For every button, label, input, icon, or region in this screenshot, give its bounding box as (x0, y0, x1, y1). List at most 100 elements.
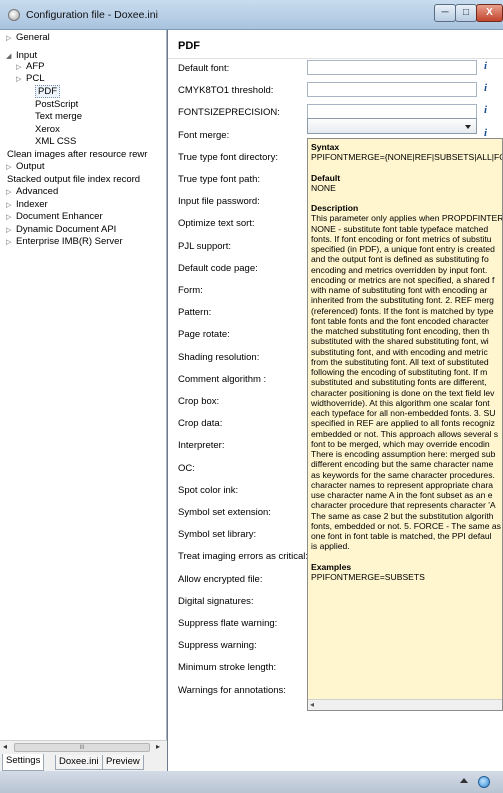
property-label: Digital signatures: (178, 596, 254, 607)
description-line: use character name A in the font subset … (311, 490, 493, 500)
taskbar (0, 771, 503, 793)
tree-item[interactable]: ▷ Enterprise IMB(R) Server (6, 236, 123, 248)
tree-item-label: Enterprise IMB(R) Server (16, 236, 123, 247)
tree-item-label: Clean images after resource rewr (7, 149, 148, 160)
tree-item[interactable]: ▷ Indexer (6, 199, 48, 211)
tree-item[interactable]: Clean images after resource rewr (7, 149, 147, 161)
tab-settings[interactable]: Settings (2, 754, 45, 771)
property-label: Suppress flate warning: (178, 618, 278, 629)
description-line: substituted and substituting fonts are d… (311, 377, 487, 388)
description-line: specified (in PDF), a unique font entry … (311, 244, 495, 254)
tooltip-scroll-left-icon[interactable]: ◂ (310, 700, 314, 709)
bottom-tabs: Settings Doxee.ini Preview (0, 753, 167, 771)
property-label: Crop box: (178, 396, 220, 407)
tree-item-label: Advanced (16, 186, 59, 197)
panel-title: PDF (178, 40, 200, 52)
tooltip-horizontal-scrollbar[interactable]: ◂ (308, 699, 502, 710)
scroll-right-arrow-icon[interactable]: ▸ (156, 742, 160, 751)
tab-doxee-ini[interactable]: Doxee.ini (55, 755, 103, 770)
expand-arrow-icon[interactable]: ▷ (6, 212, 16, 224)
tree-item[interactable]: ▷ Dynamic Document API (6, 224, 116, 236)
tree-item[interactable]: ▷ Output (6, 161, 45, 173)
close-button[interactable]: X (476, 4, 503, 22)
property-label: Form: (178, 285, 203, 296)
description-line: and the output font is defined as substi… (311, 254, 489, 265)
property-label: Pattern: (178, 307, 212, 318)
property-label: True type font path: (178, 174, 261, 185)
info-icon[interactable]: i (484, 82, 487, 94)
description-line: one font in font table is matched, the P… (311, 531, 492, 541)
expand-arrow-icon[interactable]: ◢ (6, 51, 16, 63)
description-line: character procedure that represents char… (311, 500, 496, 511)
syntax-heading: Syntax (311, 142, 340, 152)
property-label: OC: (178, 463, 195, 474)
app-icon (8, 9, 20, 21)
default-text: NONE (311, 182, 336, 193)
syntax-text: PPIFONTMERGE={NONE|REF|SUBSETS|ALL|FORC (311, 152, 503, 163)
info-tray-icon[interactable] (478, 776, 490, 788)
property-label: Minimum stroke length: (178, 662, 277, 673)
tree-item[interactable]: PDF (35, 85, 60, 98)
tree-item-label: Dynamic Document API (16, 224, 117, 235)
tree-item[interactable]: PostScript (35, 99, 78, 111)
description-text: This parameter only applies when PROPDFI… (311, 213, 502, 551)
expand-arrow-icon[interactable]: ▷ (6, 33, 16, 45)
tree-item-label: PCL (26, 73, 45, 84)
tree-item[interactable]: XML CSS (35, 136, 76, 148)
title-bar: Configuration file - Doxee.ini ─ □ X (0, 0, 503, 30)
property-label: True type font directory: (178, 152, 278, 163)
tree-item[interactable]: ▷ PCL (16, 73, 44, 85)
description-line: fonts. If font encoding or font metrics … (311, 233, 492, 244)
property-input[interactable] (307, 82, 477, 97)
tree-item[interactable]: ▷ General (6, 32, 50, 44)
minimize-button[interactable]: ─ (434, 4, 456, 22)
font-merge-dropdown[interactable] (307, 118, 477, 134)
tree-item[interactable]: ▷ Document Enhancer (6, 211, 103, 223)
default-heading: Default (311, 172, 341, 183)
property-label: Warnings for annotations: (178, 685, 286, 696)
tree-item-label: Stacked output file index record (7, 174, 141, 185)
property-label: Comment algorithm : (178, 374, 267, 385)
expand-arrow-icon[interactable]: ▷ (6, 187, 16, 199)
tray-arrow-icon[interactable] (460, 778, 468, 783)
chevron-down-icon[interactable] (465, 125, 471, 129)
tree-item[interactable]: Text merge (35, 111, 82, 123)
description-line: font to be merged, which may override en… (311, 438, 490, 449)
property-label: Font merge: (178, 130, 230, 141)
expand-arrow-icon[interactable]: ▷ (6, 162, 16, 174)
description-line: embedded or not. This approach allows se… (311, 428, 499, 439)
description-line: The same as case 2 but the substitution … (311, 510, 494, 521)
property-label: Suppress warning: (178, 640, 257, 651)
property-panel: PDF Default font: i CMYK8TO1 threshold: i FO… (168, 30, 503, 771)
description-line: character names to represent appropriate… (311, 479, 494, 490)
maximize-button[interactable]: □ (455, 4, 477, 22)
scroll-left-arrow-icon[interactable]: ◂ (3, 742, 7, 751)
property-label: Shading resolution: (178, 352, 260, 363)
property-label: Interpreter: (178, 440, 225, 451)
tree-item[interactable]: Xerox (35, 124, 60, 136)
examples-heading: Examples (311, 561, 352, 572)
settings-tree-panel: ▷ General ◢ Input ▷ AFP ▷ PCL PDF PostScript Text … (0, 30, 167, 753)
property-label: Default code page: (178, 263, 258, 274)
tooltip-content: Syntax PPIFONTMERGE={NONE|REF|SUBSETS|AL… (311, 142, 503, 582)
description-line: with name of substituting font with enco… (311, 285, 488, 295)
description-line: font table fonts and the font encoded ch… (311, 315, 489, 326)
description-line: the matched substituting font encoding, … (311, 326, 490, 336)
info-icon[interactable]: i (484, 104, 487, 116)
tree-item[interactable]: ▷ Advanced (6, 186, 58, 198)
expand-arrow-icon[interactable]: ▷ (16, 74, 26, 86)
scroll-thumb[interactable]: III (14, 743, 150, 752)
description-line: as keywords for the same character proce… (311, 469, 495, 480)
tree-item[interactable]: Stacked output file index record (7, 174, 140, 186)
property-input[interactable] (307, 104, 477, 119)
property-input[interactable] (307, 60, 477, 75)
info-icon[interactable]: i (484, 60, 487, 72)
tree-item[interactable]: ▷ AFP (16, 61, 44, 73)
tree-horizontal-scrollbar[interactable]: ◂ III ▸ (0, 740, 167, 753)
tab-preview[interactable]: Preview (102, 755, 144, 770)
description-line: following the encoding of substituting f… (311, 367, 488, 377)
expand-arrow-icon[interactable]: ▷ (6, 237, 16, 249)
description-line: specified in REF are applied to all font… (311, 418, 495, 429)
description-line: NONE - substitute font table typeface ma… (311, 223, 489, 234)
property-label: Optimize text sort: (178, 218, 255, 229)
